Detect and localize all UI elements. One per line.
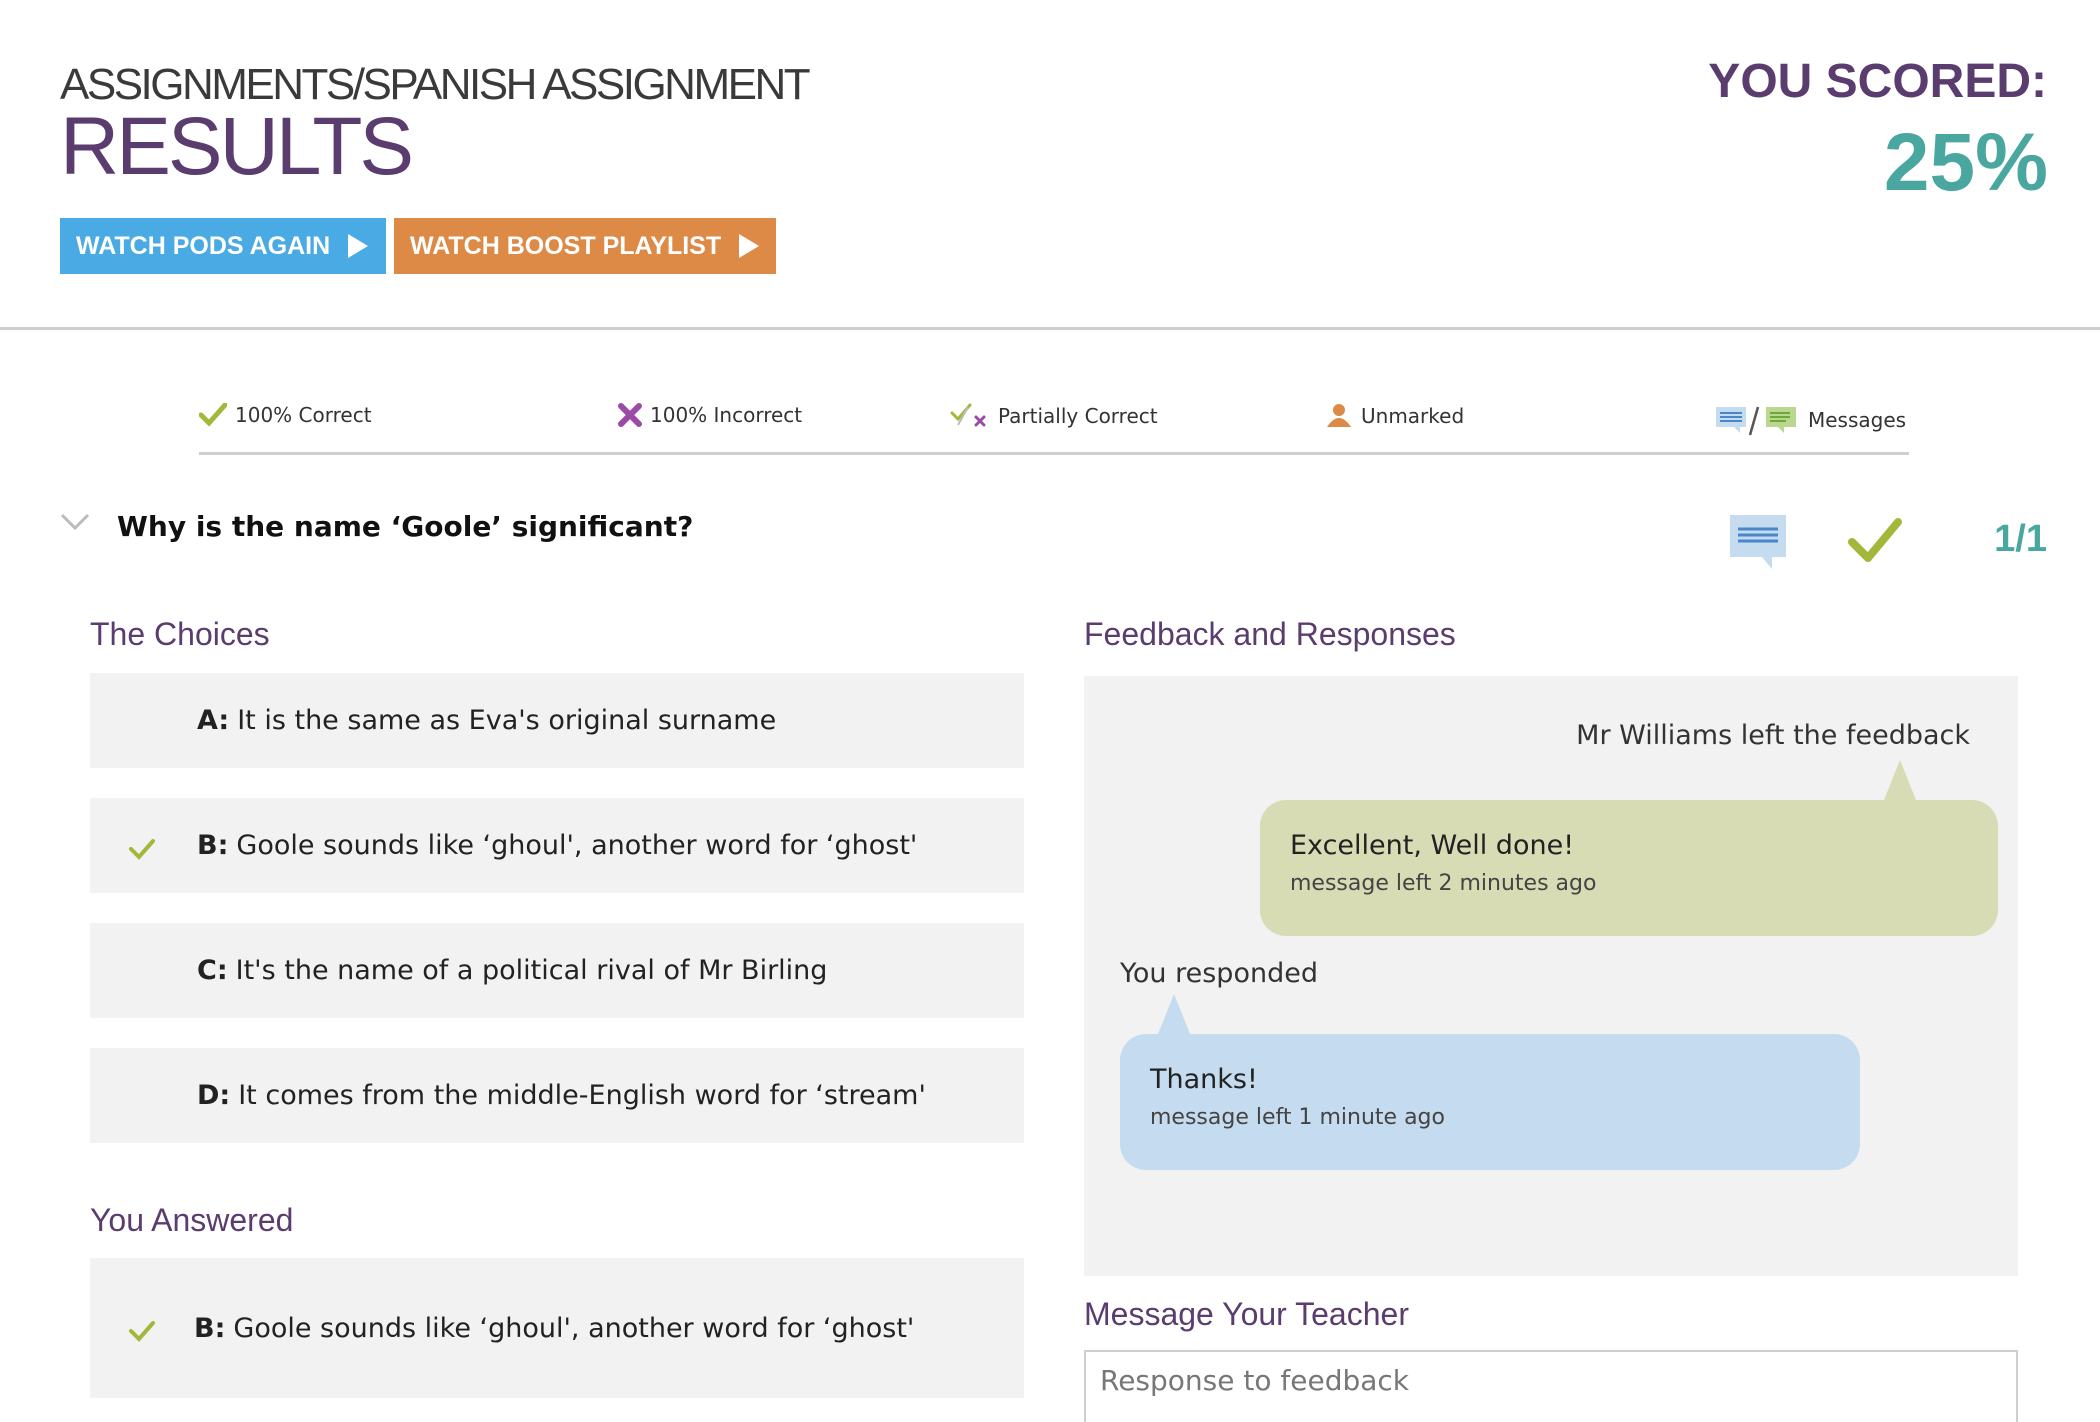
response-input[interactable] [1084, 1350, 2018, 1422]
you-responded-label: You responded [1120, 958, 1318, 989]
message-icon[interactable] [1728, 513, 1788, 575]
question-score: 1/1 [1994, 518, 2047, 560]
score-label: YOU SCORED: [1708, 55, 2047, 108]
legend-partial-label: Partially Correct [998, 404, 1158, 428]
you-answered-title: You Answered [90, 1202, 294, 1238]
legend-unmarked-label: Unmarked [1361, 404, 1465, 428]
play-icon [348, 234, 369, 258]
partial-check-icon [950, 403, 990, 429]
answered-text: Goole sounds like ‘ghoul', another word … [233, 1312, 915, 1344]
watch-boost-playlist-label: WATCH BOOST PLAYLIST [410, 231, 722, 260]
check-icon [128, 836, 156, 867]
question-text: Why is the name ‘Goole’ significant? [117, 510, 694, 543]
answered-choice: B: Goole sounds like ‘ghoul', another wo… [90, 1258, 1024, 1398]
message-teacher-title: Message Your Teacher [1084, 1296, 1409, 1332]
choice-letter: A: [197, 705, 230, 736]
choices-title: The Choices [90, 616, 270, 652]
watch-pods-again-button[interactable]: WATCH PODS AGAIN [60, 218, 386, 274]
choice-letter: D: [197, 1080, 231, 1111]
legend-incorrect: 100% Incorrect [618, 403, 802, 427]
choice-b: B: Goole sounds like ‘ghoul', another wo… [90, 798, 1024, 893]
student-message-time: message left 1 minute ago [1150, 1105, 1445, 1130]
person-icon [1325, 403, 1353, 429]
teacher-message: Excellent, Well done! [1290, 830, 1575, 861]
legend-correct-label: 100% Correct [235, 403, 372, 427]
feedback-author: Mr Williams left the feedback [1576, 720, 1970, 751]
messages-icon [1714, 403, 1800, 437]
legend-correct: 100% Correct [199, 403, 372, 427]
answered-letter: B: [194, 1312, 226, 1344]
check-icon [1848, 518, 1902, 568]
header-divider [0, 327, 2100, 330]
choice-a: A: It is the same as Eva's original surn… [90, 673, 1024, 768]
choice-c: C: It's the name of a political rival of… [90, 923, 1024, 1018]
choice-letter: B: [197, 830, 229, 861]
legend-partial: Partially Correct [950, 403, 1158, 429]
student-message: Thanks! [1150, 1064, 1258, 1095]
choice-letter: C: [197, 955, 228, 986]
teacher-message-bubble: Excellent, Well done! message left 2 min… [1260, 760, 1998, 936]
feedback-title: Feedback and Responses [1084, 616, 1456, 652]
choice-text: It's the name of a political rival of Mr… [235, 955, 828, 986]
play-icon [739, 234, 760, 258]
cross-icon [618, 403, 642, 427]
score-value: 25% [1883, 117, 2048, 208]
teacher-message-time: message left 2 minutes ago [1290, 871, 1597, 896]
check-icon [128, 1318, 156, 1349]
page-title: RESULTS [60, 101, 414, 192]
legend-unmarked: Unmarked [1325, 403, 1464, 429]
choice-text: Goole sounds like ‘ghoul', another word … [236, 830, 918, 861]
check-icon [199, 403, 227, 427]
legend-incorrect-label: 100% Incorrect [650, 403, 803, 427]
watch-pods-again-label: WATCH PODS AGAIN [76, 231, 331, 260]
legend-messages: Messages [1714, 403, 1906, 437]
legend: 100% Correct 100% Incorrect Partially Co… [199, 395, 1909, 455]
student-message-bubble: Thanks! message left 1 minute ago [1120, 994, 1860, 1170]
chevron-down-icon[interactable] [60, 512, 90, 536]
choice-text: It comes from the middle-English word fo… [238, 1080, 926, 1111]
legend-messages-label: Messages [1808, 408, 1907, 432]
watch-boost-playlist-button[interactable]: WATCH BOOST PLAYLIST [394, 218, 776, 274]
feedback-panel: Mr Williams left the feedback Excellent,… [1084, 676, 2018, 1276]
choice-d: D: It comes from the middle-English word… [90, 1048, 1024, 1143]
choice-text: It is the same as Eva's original surname [237, 705, 777, 736]
